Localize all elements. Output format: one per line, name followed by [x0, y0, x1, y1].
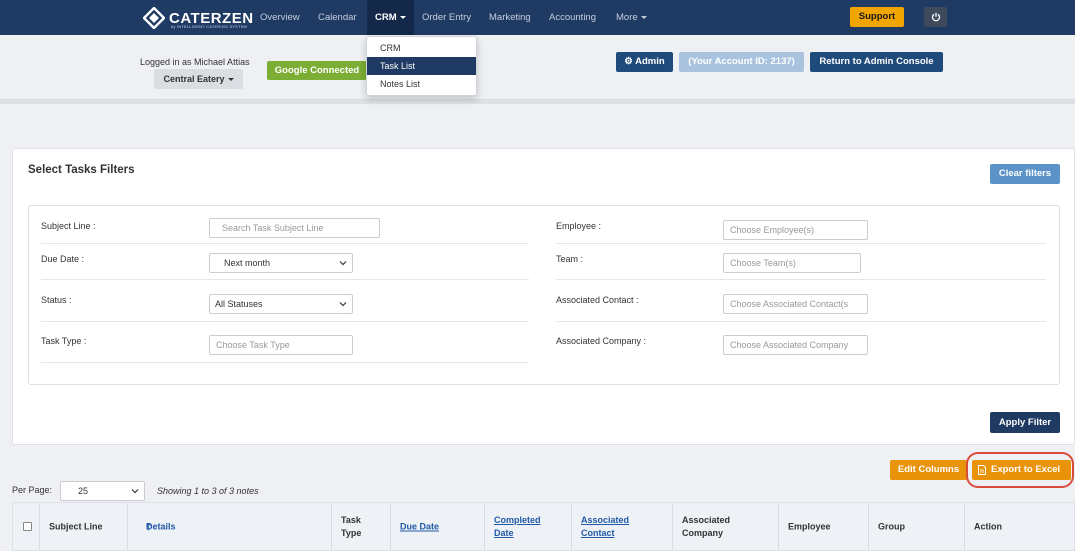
- header-due-date[interactable]: Due Date: [391, 503, 485, 550]
- header-completed-date-label: Completed Date: [494, 514, 541, 538]
- crm-dropdown-menu: CRM Task List Notes List: [366, 36, 477, 96]
- account-id-badge: (Your Account ID: 2137): [679, 52, 804, 72]
- employee-label: Employee :: [556, 221, 602, 231]
- return-admin-console-button[interactable]: Return to Admin Console: [810, 52, 943, 72]
- support-button[interactable]: Support: [850, 7, 904, 27]
- filter-row-subject: Subject Line : Search Task Subject Line: [41, 214, 529, 244]
- filters-form: Subject Line : Search Task Subject Line …: [28, 205, 1060, 385]
- filter-row-company: Associated Company : Choose Associated C…: [556, 329, 1046, 363]
- header-associated-company-label: Associated Company: [682, 514, 731, 538]
- per-page-label: Per Page:: [12, 485, 53, 495]
- header-associated-contact[interactable]: Associated Contact: [572, 503, 673, 550]
- nav-overview[interactable]: Overview: [260, 0, 300, 35]
- caterzen-logo-icon: [143, 7, 165, 29]
- nav-crm-label: CRM: [375, 12, 397, 23]
- status-select[interactable]: All Statuses: [209, 294, 353, 314]
- menu-item-task-list[interactable]: Task List: [367, 57, 476, 75]
- nav-crm[interactable]: CRM: [367, 0, 414, 35]
- chevron-down-icon: [399, 15, 406, 19]
- header-subject-line: Subject Line: [40, 503, 128, 550]
- caterzen-logo[interactable]: CATERZEN by INTELLIGENT CATERING SYSTEM: [143, 6, 254, 30]
- chevron-down-icon: [339, 261, 347, 266]
- chevron-down-icon: [227, 78, 234, 82]
- apply-filter-button[interactable]: Apply Filter: [990, 412, 1060, 433]
- task-type-input[interactable]: Choose Task Type: [209, 335, 353, 355]
- clear-filters-button[interactable]: Clear filters: [990, 164, 1060, 184]
- header-action: Action: [965, 503, 1074, 550]
- status-value: All Statuses: [215, 299, 263, 309]
- subject-search-input[interactable]: Search Task Subject Line: [209, 218, 380, 238]
- filter-row-due-date: Due Date : Next month: [41, 246, 529, 280]
- status-label: Status :: [41, 295, 72, 305]
- admin-button[interactable]: ⚙ Admin: [616, 52, 673, 72]
- header-select-all: [13, 503, 40, 550]
- header-associated-company: Associated Company: [673, 503, 779, 550]
- nav-accounting[interactable]: Accounting: [549, 0, 596, 35]
- nav-calendar[interactable]: Calendar: [318, 0, 357, 35]
- header-details[interactable]: 🡑 Details: [128, 503, 332, 550]
- google-connected-button[interactable]: Google Connected: [267, 61, 367, 80]
- employee-input[interactable]: Choose Employee(s): [723, 220, 868, 240]
- chevron-down-icon: [640, 15, 647, 19]
- nav-marketing[interactable]: Marketing: [489, 0, 531, 35]
- filter-row-contact: Associated Contact : Choose Associated C…: [556, 288, 1046, 322]
- highlight-ring: [966, 452, 1074, 488]
- team-input[interactable]: Choose Team(s): [723, 253, 861, 273]
- per-page-value: 25: [78, 486, 89, 496]
- header-completed-date[interactable]: Completed Date: [485, 503, 572, 550]
- per-page-select[interactable]: 25: [60, 481, 145, 501]
- tasks-table-header: Subject Line 🡑 Details Task Type Due Date…: [12, 502, 1075, 551]
- location-label: Central Eatery: [163, 74, 225, 84]
- filters-title: Select Tasks Filters: [28, 164, 135, 176]
- filter-row-team: Team : Choose Team(s): [556, 246, 1046, 280]
- filter-row-status: Status : All Statuses: [41, 288, 529, 322]
- chevron-down-icon: [131, 489, 139, 494]
- admin-label: Admin: [635, 56, 665, 67]
- brand-tagline: by INTELLIGENT CATERING SYSTEM: [171, 24, 248, 29]
- filter-row-employee: Employee : Choose Employee(s): [556, 214, 1046, 244]
- logged-in-text: Logged in as Michael Attias: [140, 57, 250, 67]
- due-date-select[interactable]: Next month: [209, 253, 353, 273]
- select-all-checkbox[interactable]: [23, 522, 32, 531]
- header-subject-line-label: Subject Line: [49, 521, 103, 531]
- header-details-label: Details: [146, 521, 176, 531]
- header-group: Group: [869, 503, 965, 550]
- chevron-down-icon: [339, 302, 347, 307]
- menu-item-crm[interactable]: CRM: [367, 39, 476, 57]
- results-count: Showing 1 to 3 of 3 notes: [157, 486, 259, 496]
- header-group-label: Group: [878, 521, 905, 531]
- edit-columns-button[interactable]: Edit Columns: [890, 460, 967, 480]
- header-employee-label: Employee: [788, 521, 831, 531]
- power-icon: [931, 12, 940, 22]
- associated-company-input[interactable]: Choose Associated Company: [723, 335, 868, 355]
- task-type-label: Task Type :: [41, 336, 87, 346]
- filter-row-task-type: Task Type : Choose Task Type: [41, 329, 529, 363]
- nav-more[interactable]: More: [616, 0, 647, 35]
- subject-label: Subject Line :: [41, 221, 96, 231]
- header-task-type-label: Task Type: [341, 514, 362, 538]
- header-task-type: Task Type: [332, 503, 391, 550]
- due-date-value: Next month: [224, 258, 271, 268]
- header-due-date-label: Due Date: [400, 521, 440, 531]
- logout-button[interactable]: [924, 7, 947, 27]
- header-employee: Employee: [779, 503, 869, 550]
- task-filters-panel: Select Tasks Filters Clear filters Subje…: [12, 148, 1075, 445]
- header-action-label: Action: [974, 521, 1002, 531]
- top-navbar: CATERZEN by INTELLIGENT CATERING SYSTEM …: [0, 0, 1075, 35]
- menu-item-notes-list[interactable]: Notes List: [367, 75, 476, 93]
- due-date-label: Due Date :: [41, 254, 85, 264]
- associated-company-label: Associated Company :: [556, 336, 647, 346]
- gear-icon: ⚙: [624, 56, 633, 67]
- header-associated-contact-label: Associated Contact: [581, 514, 630, 538]
- header-divider: [0, 100, 1075, 104]
- team-label: Team :: [556, 254, 584, 264]
- nav-order-entry[interactable]: Order Entry: [422, 0, 471, 35]
- associated-contact-input[interactable]: Choose Associated Contact(s: [723, 294, 868, 314]
- location-select[interactable]: Central Eatery: [154, 69, 243, 89]
- associated-contact-label: Associated Contact :: [556, 295, 639, 305]
- nav-more-label: More: [616, 12, 638, 23]
